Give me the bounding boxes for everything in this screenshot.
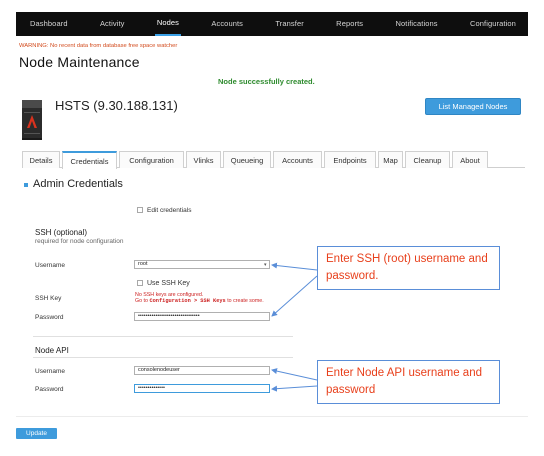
tab-cleanup[interactable]: Cleanup — [405, 151, 450, 168]
nav-item-reports[interactable]: Reports — [334, 12, 365, 36]
update-button[interactable]: Update — [16, 428, 57, 439]
tab-queueing[interactable]: Queueing — [223, 151, 271, 168]
ssh-key-label: SSH Key — [35, 295, 62, 302]
server-node-icon — [22, 100, 42, 140]
nav-item-activity[interactable]: Activity — [98, 12, 127, 36]
ssh-password-input[interactable]: •••••••••••••••••••••••••••••••• — [134, 312, 270, 321]
tab-about[interactable]: About — [452, 151, 488, 168]
edit-credentials-checkbox[interactable] — [137, 207, 143, 213]
tab-credentials[interactable]: Credentials — [62, 151, 117, 169]
ssh-password-label: Password — [35, 314, 64, 321]
section-title: Admin Credentials — [33, 178, 123, 190]
node-api-password-input[interactable]: •••••••••••••• — [134, 384, 270, 393]
ssh-keys-hint: Go to Configuration > SSH Keys to create… — [135, 298, 264, 305]
api-username-arrow — [271, 368, 318, 381]
node-api-password-label: Password — [35, 386, 64, 393]
tab-configuration[interactable]: Configuration — [119, 151, 184, 168]
node-api-group-title: Node API — [35, 346, 69, 355]
node-api-callout: Enter Node API username and password — [317, 360, 500, 404]
nav-item-dashboard[interactable]: Dashboard — [28, 12, 70, 36]
ssh-keys-hint-suffix: to create some. — [225, 298, 264, 304]
tab-endpoints[interactable]: Endpoints — [324, 151, 376, 168]
tab-accounts[interactable]: Accounts — [273, 151, 322, 168]
divider — [33, 357, 293, 358]
ssh-username-input[interactable]: root — [134, 260, 270, 269]
api-password-arrow — [271, 385, 318, 392]
ssh-keys-config-link[interactable]: Configuration > SSH Keys — [149, 298, 225, 304]
use-ssh-key-checkbox[interactable] — [137, 280, 143, 286]
tab-map[interactable]: Map — [378, 151, 403, 168]
ssh-username-arrow — [271, 262, 318, 271]
ssh-group-title: SSH (optional) — [35, 228, 88, 237]
nav-item-nodes[interactable]: Nodes — [154, 12, 182, 36]
use-ssh-key-label: Use SSH Key — [147, 280, 190, 287]
list-managed-nodes-button[interactable]: List Managed Nodes — [425, 98, 521, 115]
divider — [33, 336, 293, 337]
ssh-username-caret-icon: ▾ — [264, 262, 267, 268]
divider — [16, 416, 528, 417]
page-title: Node Maintenance — [19, 54, 140, 70]
node-api-username-label: Username — [35, 368, 65, 375]
ssh-password-arrow — [271, 275, 318, 317]
ssh-username-label: Username — [35, 262, 65, 269]
ssh-callout: Enter SSH (root) username and password. — [317, 246, 500, 290]
edit-credentials-label: Edit credentials — [147, 207, 192, 214]
warning-message: WARNING: No recent data from database fr… — [19, 43, 178, 49]
top-nav-bar: Dashboard Activity Nodes Accounts Transf… — [16, 12, 528, 36]
tab-vlinks[interactable]: Vlinks — [186, 151, 221, 168]
ssh-group-subtitle: required for node configuration — [35, 238, 124, 245]
nav-item-accounts[interactable]: Accounts — [209, 12, 245, 36]
node-name: HSTS (9.30.188.131) — [55, 98, 178, 113]
ssh-keys-hint-prefix: Go to — [135, 298, 150, 304]
node-api-username-input[interactable]: consolenodeuser — [134, 366, 270, 375]
section-bullet-icon — [24, 183, 28, 187]
nav-item-notifications[interactable]: Notifications — [393, 12, 439, 36]
nav-item-configuration[interactable]: Configuration — [468, 12, 518, 36]
node-tabs: Details Credentials Configuration Vlinks… — [22, 151, 525, 169]
success-message: Node successfully created. — [218, 77, 315, 86]
nav-item-transfer[interactable]: Transfer — [273, 12, 305, 36]
tab-details[interactable]: Details — [22, 151, 60, 168]
